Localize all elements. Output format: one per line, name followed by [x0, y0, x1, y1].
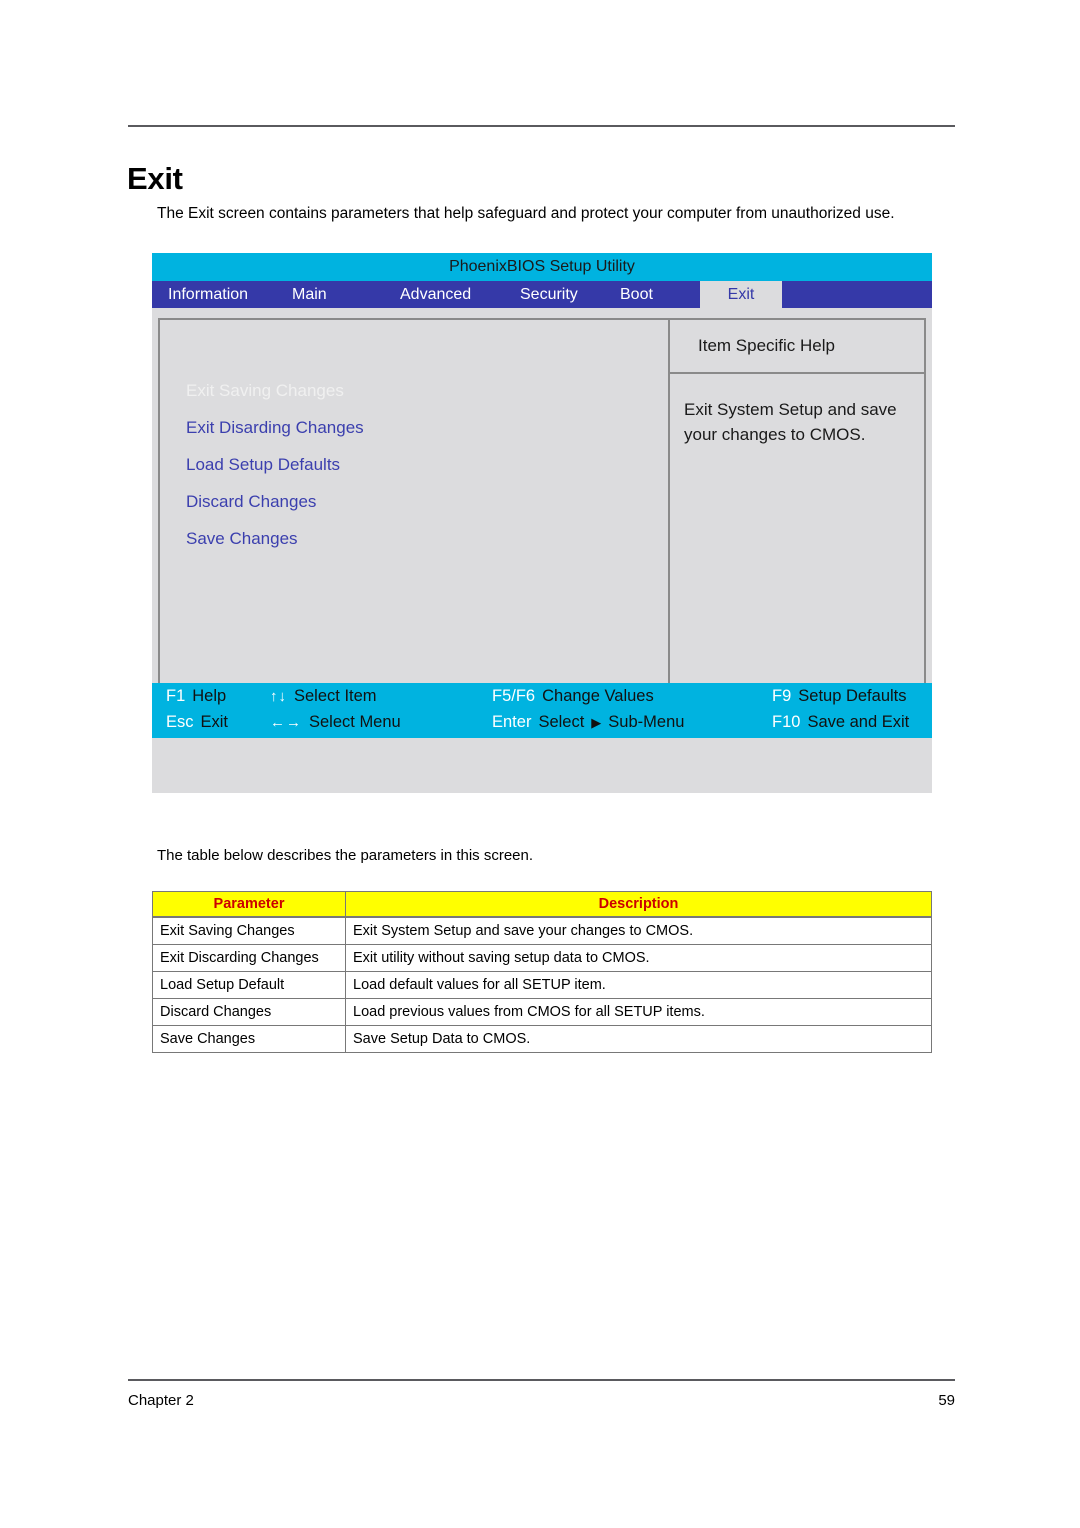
bios-title-text: PhoenixBIOS Setup Utility — [449, 258, 635, 275]
parameter-description-table: Parameter Description Exit Saving Change… — [152, 891, 932, 1053]
function-key-action: Setup Defaults — [798, 687, 907, 705]
footer-chapter-label: Chapter 2 — [128, 1392, 194, 1409]
menu-item-discard-changes[interactable]: Discard Changes — [186, 489, 646, 514]
tab-exit[interactable]: Exit — [700, 281, 782, 308]
cell-description: Save Setup Data to CMOS. — [345, 1025, 932, 1053]
footer-page-number: 59 — [938, 1392, 955, 1409]
cell-parameter: Exit Saving Changes — [152, 916, 346, 945]
function-key-updown-select-item[interactable]: ↑↓ Select Item — [270, 687, 377, 706]
tab-exit-label: Exit — [727, 285, 755, 303]
function-key-action: Exit — [200, 713, 229, 731]
cell-parameter: Exit Discarding Changes — [152, 944, 346, 972]
help-pane-body: Exit System Setup and save your changes … — [684, 400, 897, 444]
function-key-row-1: F1 Help ↑↓ Select Item F5/F6 Change Valu… — [152, 687, 932, 713]
function-key-label: Enter — [492, 713, 532, 731]
page-footer-rule — [128, 1379, 955, 1381]
cell-description: Exit System Setup and save your changes … — [345, 916, 932, 945]
table-row: Discard Changes Load previous values fro… — [152, 998, 932, 1026]
bios-setup-screenshot: PhoenixBIOS Setup Utility Information Ma… — [152, 253, 932, 793]
column-header-parameter: Parameter — [152, 891, 346, 918]
function-key-enter-select-submenu[interactable]: Enter Select ▶ Sub-Menu — [492, 713, 684, 732]
table-row: Exit Discarding Changes Exit utility wit… — [152, 944, 932, 972]
menu-item-exit-disarding-changes[interactable]: Exit Disarding Changes — [186, 415, 646, 440]
function-key-label: F5/F6 — [492, 687, 536, 705]
function-key-label: F9 — [772, 687, 792, 705]
bios-titlebar: PhoenixBIOS Setup Utility — [152, 253, 932, 281]
cell-description: Load default values for all SETUP item. — [345, 971, 932, 999]
tab-security-label: Security — [520, 285, 578, 303]
menu-item-label: Exit Saving Changes — [186, 381, 344, 400]
tab-advanced[interactable]: Advanced — [400, 281, 520, 308]
table-row: Load Setup Default Load default values f… — [152, 971, 932, 999]
bios-content-panel: Exit Saving Changes Exit Disarding Chang… — [158, 318, 926, 714]
bios-body: Exit Saving Changes Exit Disarding Chang… — [152, 308, 932, 738]
item-specific-help-pane: Item Specific Help Exit System Setup and… — [670, 320, 924, 712]
menu-item-label: Exit Disarding Changes — [186, 418, 364, 437]
cell-parameter: Load Setup Default — [152, 971, 346, 999]
function-key-action: Select Item — [294, 687, 377, 705]
menu-item-label: Save Changes — [186, 529, 298, 548]
bios-function-key-bar: F1 Help ↑↓ Select Item F5/F6 Change Valu… — [152, 683, 932, 738]
tab-security[interactable]: Security — [520, 281, 620, 308]
submenu-triangle-icon: ▶ — [591, 715, 602, 730]
cell-parameter: Discard Changes — [152, 998, 346, 1026]
function-key-leftright-select-menu[interactable]: ←→ Select Menu — [270, 713, 401, 732]
tab-information[interactable]: Information — [152, 281, 292, 308]
page-header-rule — [128, 125, 955, 127]
table-intro-paragraph: The table below describes the parameters… — [157, 847, 534, 864]
menu-item-save-changes[interactable]: Save Changes — [186, 526, 646, 551]
menu-item-label: Discard Changes — [186, 492, 317, 511]
function-key-action: Select Menu — [309, 713, 401, 731]
intro-paragraph: The Exit screen contains parameters that… — [157, 204, 895, 222]
tab-boot[interactable]: Boot — [620, 281, 700, 308]
function-key-f10-save-and-exit[interactable]: F10 Save and Exit — [772, 713, 909, 732]
function-key-f1-help[interactable]: F1 Help — [166, 687, 226, 706]
function-key-label: F10 — [772, 713, 801, 731]
function-key-f5f6-change-values[interactable]: F5/F6 Change Values — [492, 687, 654, 706]
function-key-submenu-label: Sub-Menu — [608, 713, 685, 731]
table-row: Exit Saving Changes Exit System Setup an… — [152, 916, 932, 945]
tab-main-label: Main — [292, 285, 327, 303]
cell-description: Load previous values from CMOS for all S… — [345, 998, 932, 1026]
help-pane-header: Item Specific Help — [670, 320, 924, 374]
bios-tab-bar: Information Main Advanced Security Boot … — [152, 281, 932, 308]
function-key-row-2: Esc Exit ←→ Select Menu Enter Select ▶ S… — [152, 713, 932, 739]
function-key-esc-exit[interactable]: Esc Exit — [166, 713, 228, 732]
menu-item-load-setup-defaults[interactable]: Load Setup Defaults — [186, 452, 646, 477]
table-row: Save Changes Save Setup Data to CMOS. — [152, 1025, 932, 1053]
exit-menu-list: Exit Saving Changes Exit Disarding Chang… — [186, 378, 646, 563]
cell-parameter: Save Changes — [152, 1025, 346, 1053]
function-key-action: Save and Exit — [807, 713, 910, 731]
function-key-action: Change Values — [542, 687, 654, 705]
function-key-label: F1 — [166, 687, 186, 705]
tab-advanced-label: Advanced — [400, 285, 472, 303]
function-key-label: Esc — [166, 713, 194, 731]
tab-information-label: Information — [168, 285, 249, 303]
column-header-description: Description — [345, 891, 932, 918]
page-title: Exit — [127, 160, 183, 196]
tab-boot-label: Boot — [620, 285, 653, 303]
menu-item-exit-saving-changes[interactable]: Exit Saving Changes — [186, 378, 646, 403]
menu-item-label: Load Setup Defaults — [186, 455, 341, 474]
function-key-action: Select — [538, 713, 585, 731]
left-right-arrow-icon: ←→ — [270, 714, 302, 731]
function-key-action: Help — [192, 687, 227, 705]
function-key-f9-setup-defaults[interactable]: F9 Setup Defaults — [772, 687, 907, 706]
bios-menu-pane: Exit Saving Changes Exit Disarding Chang… — [160, 320, 670, 712]
table-header-row: Parameter Description — [152, 891, 932, 918]
help-pane-header-label: Item Specific Help — [698, 336, 835, 355]
tab-main[interactable]: Main — [292, 281, 400, 308]
cell-description: Exit utility without saving setup data t… — [345, 944, 932, 972]
up-down-arrow-icon: ↑↓ — [270, 688, 287, 705]
